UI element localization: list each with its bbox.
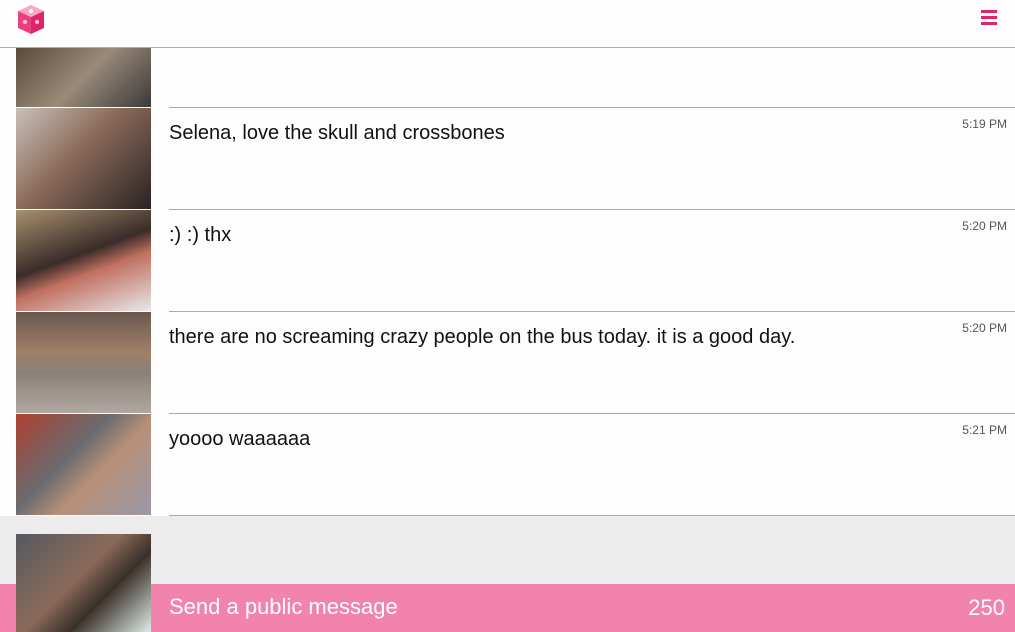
cube-logo-icon [18, 5, 44, 34]
avatar [16, 414, 151, 515]
message-time: 5:20 PM [962, 219, 1007, 233]
header [0, 0, 1015, 48]
avatar [16, 312, 151, 413]
character-counter: 250 [968, 595, 1005, 620]
message-text: yoooo waaaaaa [169, 428, 311, 450]
message-input[interactable] [169, 594, 929, 620]
message-time: 5:20 PM [962, 321, 1007, 335]
message-text: Selena, love the skull and crossbones [169, 122, 505, 144]
message-row: Selena, love the skull and crossbones 5:… [0, 107, 1015, 209]
avatar [16, 48, 151, 107]
message-text: there are no screaming crazy people on t… [169, 326, 796, 348]
hamburger-menu-icon[interactable] [981, 10, 997, 28]
message-row: :) :) thx 5:20 PM [0, 209, 1015, 311]
divider [169, 107, 1015, 108]
avatar [16, 108, 151, 209]
avatar [16, 210, 151, 311]
message-row: yoooo waaaaaa 5:21 PM [0, 413, 1015, 515]
message-time: 5:19 PM [962, 117, 1007, 131]
divider [169, 311, 1015, 312]
message-text: :) :) thx [169, 224, 232, 246]
divider [169, 413, 1015, 414]
divider [169, 209, 1015, 210]
self-avatar [16, 534, 151, 632]
message-row: there are no screaming crazy people on t… [0, 311, 1015, 413]
message-time: 5:21 PM [962, 423, 1007, 437]
